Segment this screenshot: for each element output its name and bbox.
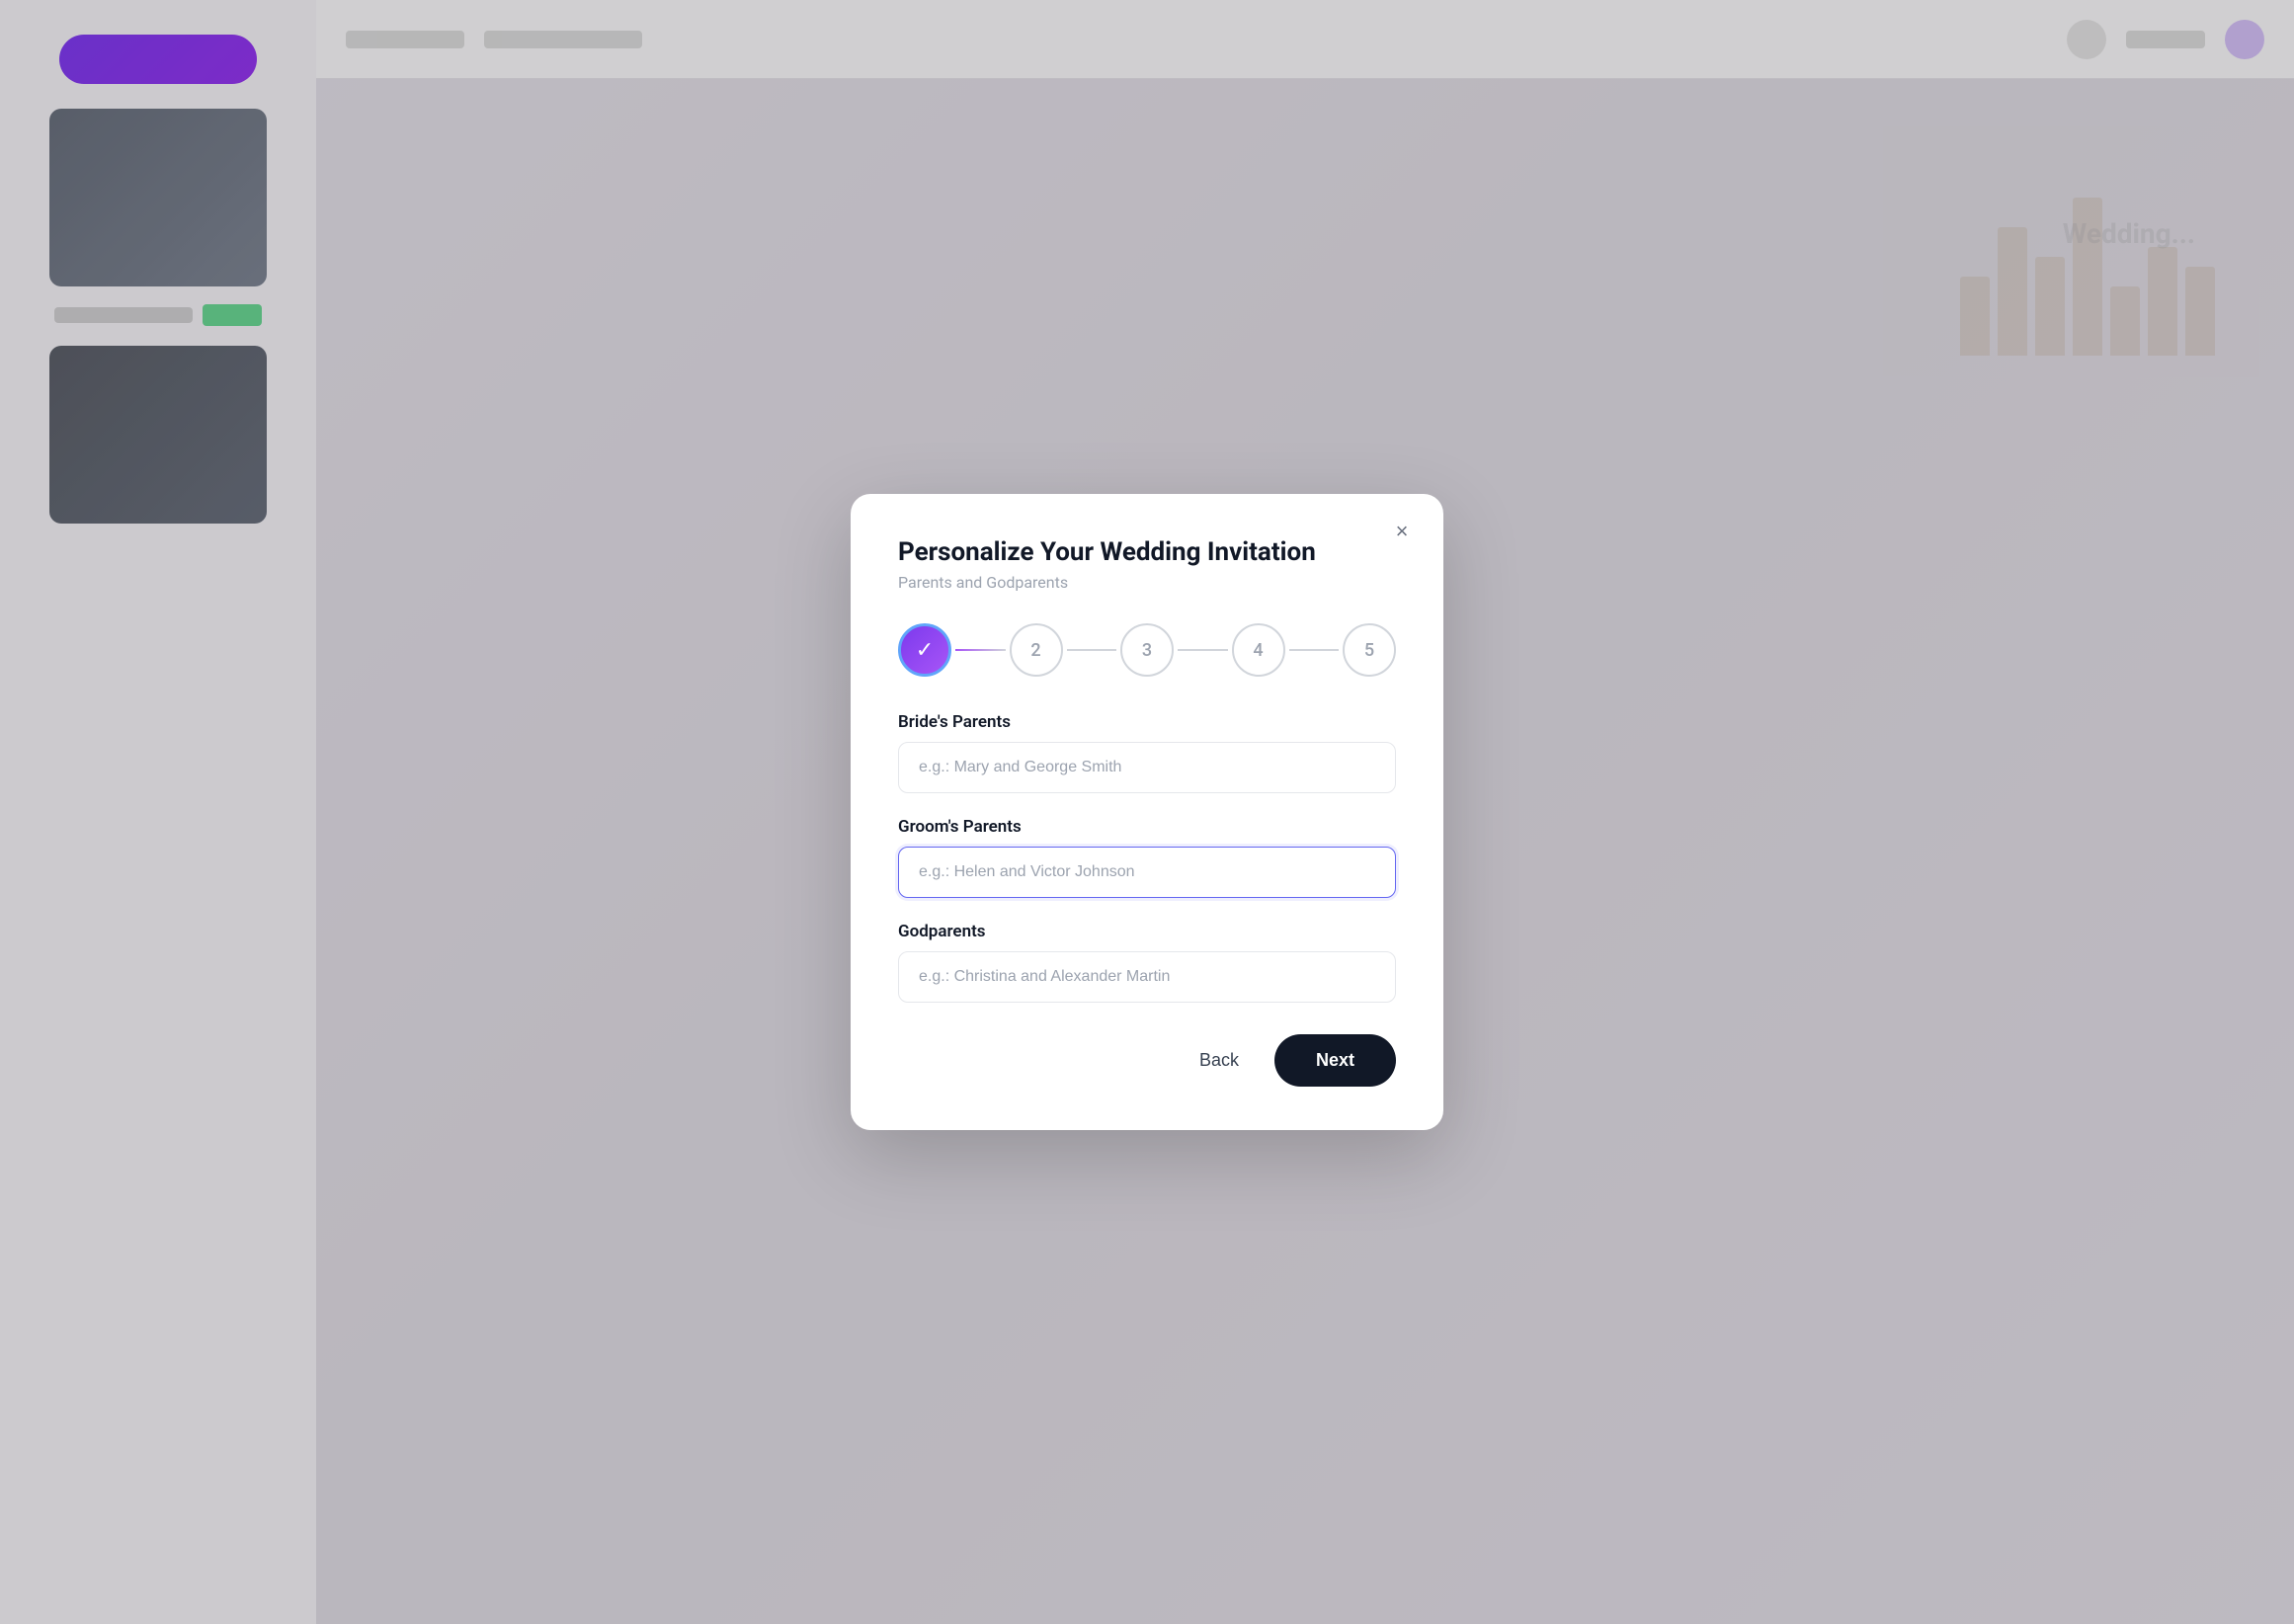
godparents-label: Godparents: [898, 922, 1396, 941]
grooms-parents-label: Groom's Parents: [898, 817, 1396, 837]
modal-footer: Back Next: [898, 1034, 1396, 1087]
grooms-parents-input[interactable]: [898, 847, 1396, 898]
modal-subtitle: Parents and Godparents: [898, 573, 1396, 592]
modal-title: Personalize Your Wedding Invitation: [898, 537, 1396, 567]
step-indicator: ✓ 2 3 4 5: [898, 623, 1396, 677]
modal-dialog: × Personalize Your Wedding Invitation Pa…: [851, 494, 1443, 1130]
modal-overlay: × Personalize Your Wedding Invitation Pa…: [0, 0, 2294, 1624]
step-line-3: [1178, 649, 1228, 651]
step-line-2: [1067, 649, 1117, 651]
brides-parents-input[interactable]: [898, 742, 1396, 793]
back-button[interactable]: Back: [1184, 1040, 1255, 1081]
godparents-group: Godparents: [898, 922, 1396, 1003]
close-button[interactable]: ×: [1384, 514, 1420, 549]
step-5[interactable]: 5: [1343, 623, 1396, 677]
step-3[interactable]: 3: [1120, 623, 1174, 677]
step-2[interactable]: 2: [1010, 623, 1063, 677]
next-button[interactable]: Next: [1274, 1034, 1396, 1087]
step-1[interactable]: ✓: [898, 623, 951, 677]
step-line-4: [1289, 649, 1340, 651]
brides-parents-label: Bride's Parents: [898, 712, 1396, 732]
step-line-1: [955, 649, 1006, 651]
brides-parents-group: Bride's Parents: [898, 712, 1396, 793]
godparents-input[interactable]: [898, 951, 1396, 1003]
grooms-parents-group: Groom's Parents: [898, 817, 1396, 898]
step-4[interactable]: 4: [1232, 623, 1285, 677]
